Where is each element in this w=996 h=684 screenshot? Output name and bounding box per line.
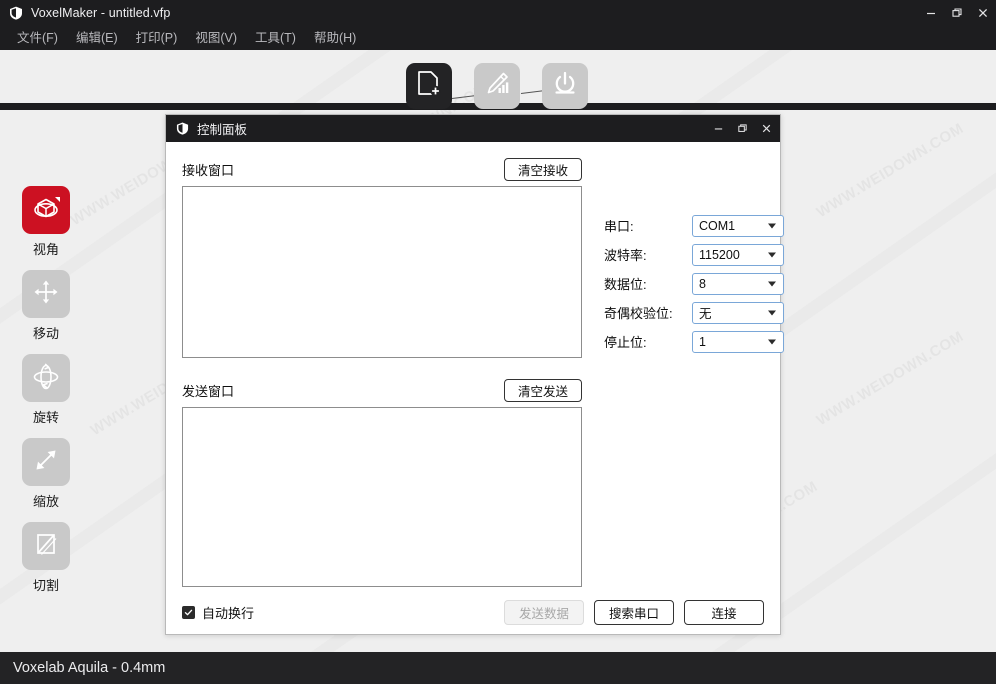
send-textarea[interactable] <box>182 407 582 587</box>
chevron-down-icon <box>768 281 776 286</box>
search-port-button[interactable]: 搜索串口 <box>594 599 674 625</box>
databits-select[interactable]: 8 <box>692 272 784 295</box>
window-title: VoxelMaker - untitled.vfp <box>31 6 171 20</box>
view-cube-icon-wrap <box>22 186 70 234</box>
stopbits-label: 停止位: <box>604 335 647 350</box>
chevron-down-icon <box>768 252 776 257</box>
add-file-icon <box>416 70 442 103</box>
autowrap-label: 自动换行 <box>202 605 255 621</box>
footer-buttons: 发送数据 搜索串口 连接 <box>504 599 764 625</box>
print-power-button[interactable] <box>542 63 588 109</box>
edit-chart-button[interactable] <box>474 63 520 109</box>
dialog-window-controls <box>706 115 778 142</box>
restore-icon[interactable] <box>944 0 970 26</box>
move-arrows-icon <box>32 278 60 311</box>
form-row-databits: 数据位: 8 <box>604 269 784 298</box>
dialog-restore-icon[interactable] <box>730 115 754 142</box>
clear-send-button[interactable]: 清空发送 <box>504 378 582 402</box>
window-controls <box>918 0 996 26</box>
sidebar-label-scale: 缩放 <box>32 494 59 509</box>
menu-file[interactable]: 文件(F) <box>8 26 67 50</box>
connect-button[interactable]: 连接 <box>684 599 764 625</box>
form-row-stopbits: 停止位: 1 <box>604 327 784 356</box>
rotate-icon-wrap <box>22 354 70 402</box>
receive-textarea[interactable] <box>182 186 582 358</box>
receive-window-label: 接收窗口 <box>182 162 235 178</box>
scale-diagonal-arrow-icon <box>32 446 60 479</box>
port-select-value: COM1 <box>699 218 736 233</box>
view-cube-icon <box>31 193 61 228</box>
form-row-port: 串口: COM1 <box>604 211 784 240</box>
sidebar-item-rotate[interactable]: 旋转 <box>22 354 70 426</box>
dialog-close-icon[interactable] <box>754 115 778 142</box>
dialog-title: 控制面板 <box>197 123 248 137</box>
print-power-icon <box>551 70 579 103</box>
baudrate-label: 波特率: <box>604 248 647 263</box>
baudrate-select-value: 115200 <box>699 247 740 262</box>
scale-diagonal-arrow-icon-wrap <box>22 438 70 486</box>
stopbits-select-value: 1 <box>699 334 706 349</box>
send-window-label: 发送窗口 <box>182 383 235 399</box>
check-icon <box>184 609 193 615</box>
form-row-parity: 奇偶校验位: 无 <box>604 298 784 327</box>
serial-settings-panel: 串口: COM1 波特率: 115200 数据位: 8 奇偶校验位: 无 停止位… <box>582 156 784 590</box>
sidebar-label-view: 视角 <box>32 242 59 257</box>
chevron-down-icon <box>768 310 776 315</box>
autowrap-checkbox-wrap[interactable]: 自动换行 <box>182 603 254 622</box>
menu-view[interactable]: 视图(V) <box>186 26 246 50</box>
dialog-minimize-icon[interactable] <box>706 115 730 142</box>
control-panel-dialog: 控制面板 接收窗口 清空接收 发送窗口 清空发送 串口: COM1 波特率: 1… <box>165 114 784 635</box>
printer-status-text: Voxelab Aquila - 0.4mm <box>13 660 166 676</box>
dialog-footer: 自动换行 发送数据 搜索串口 连接 <box>166 590 780 634</box>
port-label: 串口: <box>604 219 634 234</box>
status-bar: Voxelab Aquila - 0.4mm <box>0 652 996 684</box>
menu-edit[interactable]: 编辑(E) <box>67 26 127 50</box>
add-file-button[interactable] <box>406 63 452 109</box>
menu-help[interactable]: 帮助(H) <box>305 26 365 50</box>
sidebar-item-cut[interactable]: 切割 <box>22 522 70 594</box>
voxelmaker-shield-icon <box>9 6 23 20</box>
menu-tools[interactable]: 工具(T) <box>246 26 305 50</box>
title-bar: VoxelMaker - untitled.vfp <box>0 0 996 26</box>
databits-select-value: 8 <box>699 276 706 291</box>
sidebar-item-move[interactable]: 移动 <box>22 270 70 342</box>
move-arrows-icon-wrap <box>22 270 70 318</box>
cut-plane-icon-wrap <box>22 522 70 570</box>
send-data-button[interactable]: 发送数据 <box>504 599 584 625</box>
parity-select[interactable]: 无 <box>692 301 784 324</box>
rotate-icon <box>31 362 61 395</box>
menu-print[interactable]: 打印(P) <box>127 26 187 50</box>
parity-select-value: 无 <box>699 307 712 321</box>
databits-label: 数据位: <box>604 277 647 292</box>
sidebar-label-move: 移动 <box>32 326 59 341</box>
sidebar-item-view[interactable]: 视角 <box>22 186 70 258</box>
voxelmaker-shield-icon <box>176 122 189 135</box>
chevron-down-icon <box>768 339 776 344</box>
sidebar-label-cut: 切割 <box>32 578 59 593</box>
chevron-down-icon <box>768 223 776 228</box>
sidebar-item-scale[interactable]: 缩放 <box>22 438 70 510</box>
dialog-title-bar: 控制面板 <box>166 115 780 142</box>
receive-section-header: 接收窗口 清空接收 <box>182 156 582 182</box>
stopbits-select[interactable]: 1 <box>692 330 784 353</box>
minimize-icon[interactable] <box>918 0 944 26</box>
cut-plane-icon <box>32 530 60 563</box>
baudrate-select[interactable]: 115200 <box>692 243 784 266</box>
dialog-left-column: 接收窗口 清空接收 发送窗口 清空发送 <box>182 156 582 590</box>
clear-receive-button[interactable]: 清空接收 <box>504 157 582 181</box>
application-window: VoxelMaker - untitled.vfp 文件(F) 编辑(E) 打印… <box>0 0 996 684</box>
form-row-baudrate: 波特率: 115200 <box>604 240 784 269</box>
close-icon[interactable] <box>970 0 996 26</box>
send-section-header: 发送窗口 清空发送 <box>182 377 582 403</box>
menu-bar: 文件(F) 编辑(E) 打印(P) 视图(V) 工具(T) 帮助(H) <box>0 26 996 50</box>
sidebar-label-rotate: 旋转 <box>32 410 59 425</box>
autowrap-checkbox[interactable] <box>182 605 195 619</box>
dialog-body: 接收窗口 清空接收 发送窗口 清空发送 串口: COM1 波特率: 115200… <box>166 142 784 590</box>
tool-rail: 视角 移动 旋转 缩放 切割 <box>22 186 70 606</box>
parity-label: 奇偶校验位: <box>604 306 673 321</box>
edit-chart-icon <box>483 70 511 103</box>
port-select[interactable]: COM1 <box>692 214 784 237</box>
